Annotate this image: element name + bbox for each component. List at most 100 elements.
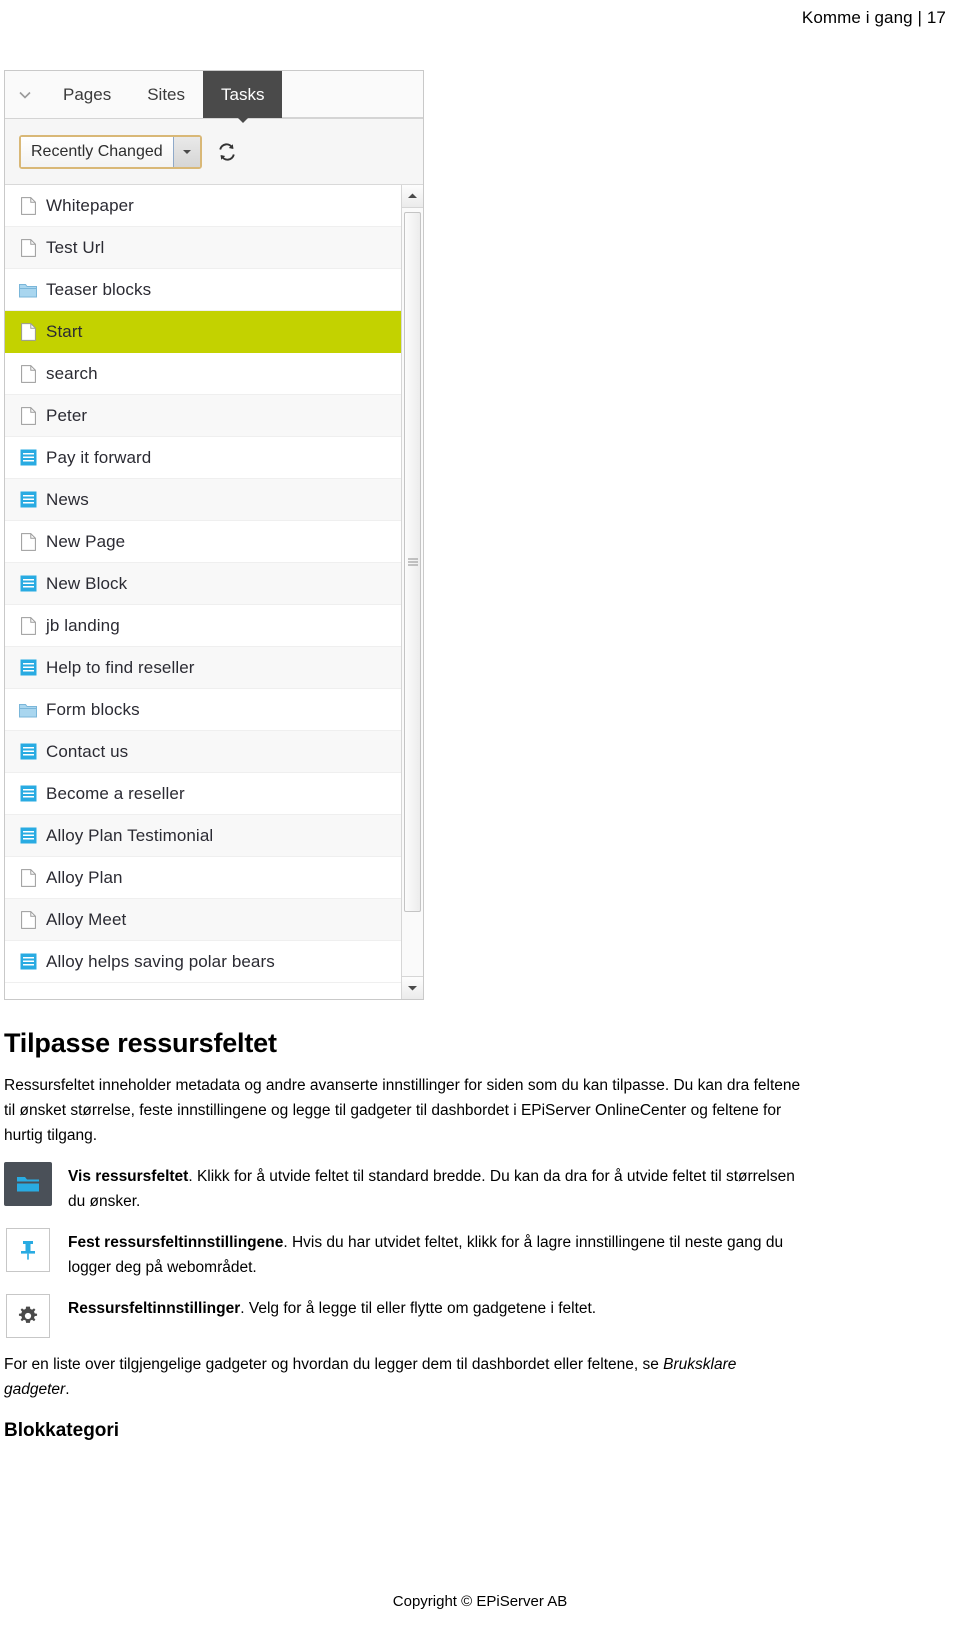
list-item: Fest ressursfeltinnstillingene. Hvis du …	[4, 1228, 804, 1280]
gear-icon	[6, 1294, 50, 1338]
list-item: Vis ressursfeltet. Klikk for å utvide fe…	[4, 1162, 804, 1214]
list-item[interactable]: Whitepaper	[5, 185, 401, 227]
list-item[interactable]: Alloy Plan	[5, 857, 401, 899]
list-item[interactable]: News	[5, 479, 401, 521]
list-item[interactable]: Start	[5, 311, 401, 353]
list-item-label: Contact us	[46, 741, 129, 761]
block-icon	[19, 784, 37, 804]
task-list[interactable]: Whitepaper Test Url Teaser blocks Start sear…	[5, 185, 401, 999]
list-item-label: jb landing	[46, 615, 120, 635]
filter-select[interactable]: Recently Changed	[19, 134, 202, 169]
folder-icon	[19, 280, 37, 300]
tab-sites[interactable]: Sites	[129, 71, 203, 118]
section-subtitle: Blokkategori	[4, 1420, 120, 1441]
page-icon	[19, 616, 37, 636]
feature-term: Vis ressursfeltet	[68, 1168, 189, 1185]
folder-panel-icon	[4, 1162, 52, 1206]
list-item-label: Form blocks	[46, 699, 140, 719]
list-item-label: Teaser blocks	[46, 279, 152, 299]
copyright-text: Copyright © EPiServer AB	[392, 1593, 568, 1610]
block-icon	[19, 448, 37, 468]
task-list-area: Whitepaper Test Url Teaser blocks Start sear…	[5, 185, 423, 999]
list-item[interactable]: Pay it forward	[5, 437, 401, 479]
tab-tasks[interactable]: Tasks	[203, 71, 283, 123]
list-item[interactable]: Form blocks	[5, 689, 401, 731]
scroll-up-arrow-icon[interactable]	[402, 185, 423, 208]
block-icon	[19, 952, 37, 972]
feature-term: Ressursfeltinnstillinger	[68, 1300, 241, 1317]
tasks-panel-screenshot: Pages Sites Tasks Recently Changed White…	[4, 70, 424, 1000]
list-item[interactable]: Teaser blocks	[5, 269, 401, 311]
list-item-label: New Page	[46, 531, 126, 551]
folder-icon	[19, 700, 37, 720]
list-item-label: Pay it forward	[46, 447, 152, 467]
refresh-icon[interactable]	[214, 139, 240, 165]
feature-text: Ressursfeltinnstillinger. Velg for å leg…	[68, 1294, 804, 1321]
list-item[interactable]: Alloy Meet	[5, 899, 401, 941]
list-item-label: News	[46, 489, 89, 509]
block-icon	[19, 826, 37, 846]
scroll-down-arrow-icon[interactable]	[402, 976, 423, 999]
list-item-label: Whitepaper	[46, 195, 134, 215]
page-icon	[19, 868, 37, 888]
list-item[interactable]: search	[5, 353, 401, 395]
tab-pages[interactable]: Pages	[45, 71, 129, 118]
list-item-label: New Block	[46, 573, 128, 593]
list-item[interactable]: Test Url	[5, 227, 401, 269]
task-list-scrollbar[interactable]	[401, 185, 423, 999]
list-item[interactable]: Become a reseller	[5, 773, 401, 815]
feature-text: Fest ressursfeltinnstillingene. Hvis du …	[68, 1228, 804, 1280]
tab-pages-label: Pages	[63, 84, 112, 104]
list-item-label: Alloy Plan	[46, 867, 123, 887]
list-item[interactable]: Peter	[5, 395, 401, 437]
caret-down-icon[interactable]	[173, 136, 200, 167]
pin-icon	[6, 1228, 50, 1272]
block-icon	[19, 742, 37, 762]
list-item[interactable]: New Block	[5, 563, 401, 605]
page-icon	[19, 196, 37, 216]
closing-prefix: For en liste over tilgjengelige gadgeter…	[4, 1356, 664, 1373]
list-item[interactable]: Alloy helps saving polar bears	[5, 941, 401, 983]
scrollbar-track[interactable]	[402, 208, 423, 976]
chevron-down-icon[interactable]	[5, 71, 45, 118]
scrollbar-thumb[interactable]	[404, 212, 421, 912]
page-icon	[19, 364, 37, 384]
list-item-label: search	[46, 363, 98, 383]
page-title: Tilpasse ressursfeltet	[4, 1028, 277, 1058]
list-item[interactable]: Help to find reseller	[5, 647, 401, 689]
list-item-label: Alloy helps saving polar bears	[46, 951, 275, 971]
list-item: Ressursfeltinnstillinger. Velg for å leg…	[4, 1294, 804, 1338]
tab-tasks-label: Tasks	[221, 84, 265, 104]
page-icon	[19, 532, 37, 552]
intro-paragraph: Ressursfeltet inneholder metadata og and…	[4, 1077, 801, 1144]
list-item[interactable]: Contact us	[5, 731, 401, 773]
feature-text: Vis ressursfeltet. Klikk for å utvide fe…	[68, 1162, 804, 1214]
article-body: Tilpasse ressursfeltet Ressursfeltet inn…	[4, 1028, 804, 1442]
tab-strip-filler	[282, 70, 423, 118]
list-item[interactable]: New Page	[5, 521, 401, 563]
page-icon	[19, 322, 37, 342]
tab-sites-label: Sites	[147, 84, 185, 104]
page-icon	[19, 238, 37, 258]
closing-paragraph: For en liste over tilgjengelige gadgeter…	[4, 1352, 804, 1402]
closing-suffix: .	[65, 1381, 70, 1398]
list-item-label: Alloy Plan Testimonial	[46, 825, 214, 845]
list-item-label: Help to find reseller	[46, 657, 195, 677]
list-item[interactable]: jb landing	[5, 605, 401, 647]
list-item[interactable]: Alloy Plan Testimonial	[5, 815, 401, 857]
filter-select-value: Recently Changed	[21, 136, 174, 167]
list-item-label: Test Url	[46, 237, 105, 257]
block-icon	[19, 658, 37, 678]
scroll-thumb-grip-icon	[407, 557, 418, 568]
feature-list: Vis ressursfeltet. Klikk for å utvide fe…	[4, 1162, 804, 1338]
list-item-label: Peter	[46, 405, 88, 425]
page-icon	[19, 910, 37, 930]
panel-tab-strip: Pages Sites Tasks	[5, 70, 423, 123]
panel-toolbar: Recently Changed	[5, 119, 423, 185]
page-icon	[19, 406, 37, 426]
page-footer: Copyright © EPiServer AB	[0, 1593, 960, 1610]
page-running-head: Komme i gang | 17	[0, 0, 960, 36]
feature-description: . Velg for å legge til eller flytte om g…	[240, 1300, 597, 1317]
list-item-label: Start	[46, 321, 83, 341]
block-icon	[19, 574, 37, 594]
